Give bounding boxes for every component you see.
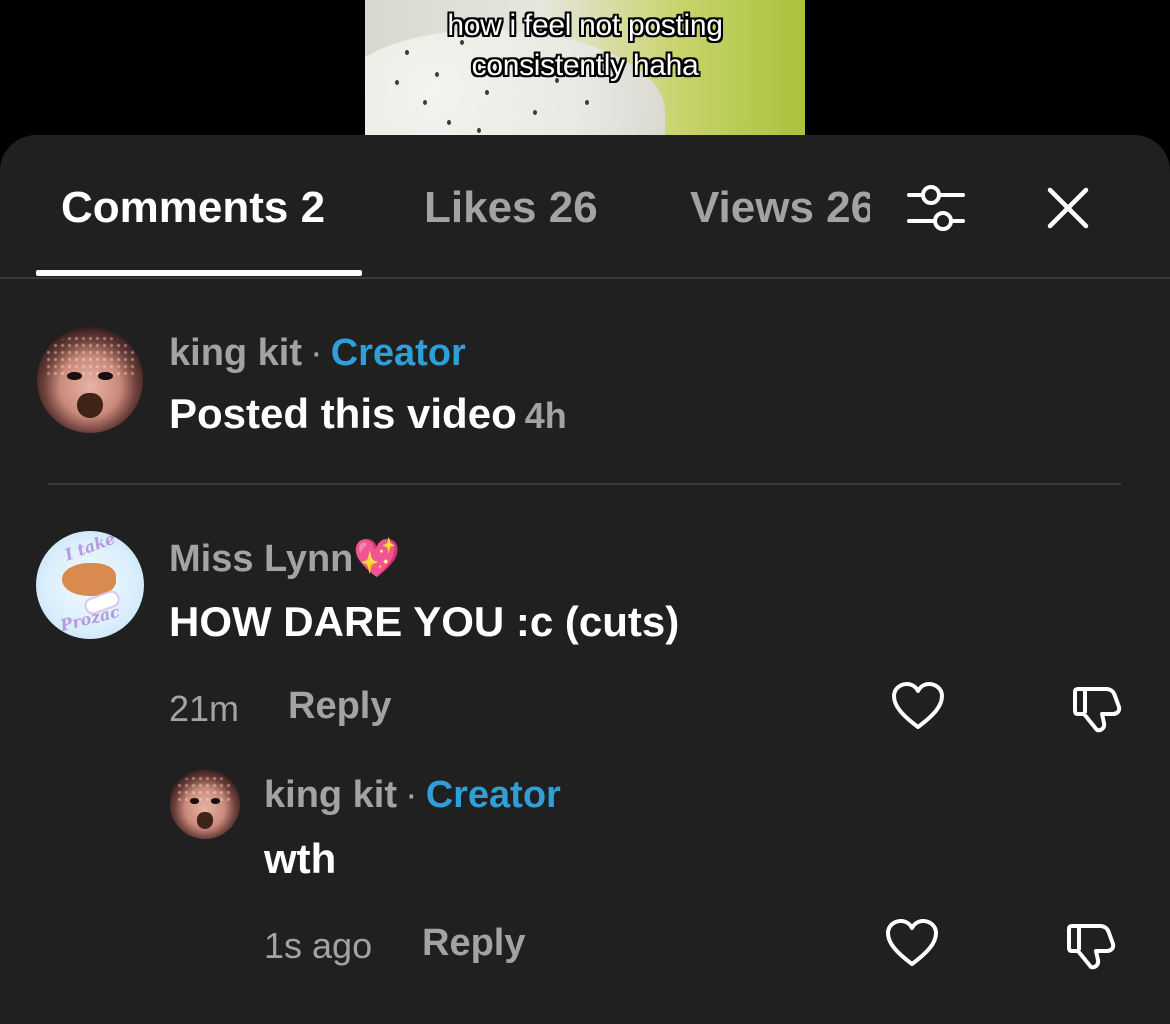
- comment-text: HOW DARE YOU :c (cuts): [169, 598, 680, 645]
- thumbs-down-icon[interactable]: [1070, 683, 1124, 735]
- reply-text: wth: [264, 835, 337, 882]
- post-time: 4h: [524, 395, 567, 436]
- tab-comments[interactable]: Comments 2: [61, 183, 325, 233]
- video-preview[interactable]: how i feel not posting consistently haha: [365, 0, 805, 140]
- reply-button[interactable]: Reply: [422, 922, 525, 965]
- close-icon[interactable]: [1043, 183, 1093, 233]
- thumbs-down-icon[interactable]: [1064, 920, 1118, 972]
- reply-time: 1s ago: [264, 925, 373, 966]
- avatar-sparkle: [175, 774, 235, 803]
- avatar-nose: [196, 812, 214, 830]
- separator-dot: ·: [310, 332, 323, 374]
- comments-sheet: Comments 2 Likes 26 Views 26 king kit · …: [0, 135, 1170, 1024]
- video-caption-line-1: how i feel not posting: [447, 9, 723, 42]
- avatar-eye-left: [66, 371, 82, 380]
- avatar-eye-right: [98, 371, 114, 380]
- creator-post-header: king kit · Creator: [169, 332, 466, 375]
- app-root: how i feel not posting consistently haha…: [0, 0, 1170, 1024]
- tab-likes[interactable]: Likes 26: [424, 183, 598, 233]
- avatar[interactable]: [37, 327, 143, 433]
- heart-icon[interactable]: [890, 680, 946, 732]
- avatar[interactable]: [170, 769, 240, 839]
- avatar-eye-left: [189, 798, 200, 804]
- video-caption-line-2: consistently haha: [471, 49, 699, 82]
- username[interactable]: king kit: [264, 774, 397, 816]
- reply-button[interactable]: Reply: [288, 685, 391, 728]
- avatar-eye-right: [210, 798, 221, 804]
- heart-icon[interactable]: [884, 917, 940, 969]
- avatar-nose: [77, 392, 103, 419]
- comment-username[interactable]: Miss Lynn💖: [169, 537, 401, 581]
- reply-header: king kit · Creator: [264, 774, 561, 817]
- section-divider: [48, 483, 1121, 485]
- creator-post-text: Posted this video 4h: [169, 390, 567, 438]
- tab-bar: Comments 2 Likes 26 Views 26: [0, 135, 1170, 279]
- creator-badge: Creator: [330, 332, 466, 374]
- video-caption: how i feel not posting consistently haha: [365, 6, 805, 86]
- tab-views[interactable]: Views 26: [690, 183, 870, 233]
- active-tab-indicator: [36, 270, 362, 276]
- avatar[interactable]: I take Prozac: [36, 531, 144, 639]
- username[interactable]: king kit: [169, 332, 302, 374]
- post-text: Posted this video: [169, 390, 517, 437]
- tab-bar-divider: [0, 277, 1170, 279]
- sliders-icon[interactable]: [905, 181, 967, 237]
- comment-time: 21m: [169, 688, 240, 729]
- avatar-sparkle: [45, 335, 135, 378]
- creator-badge: Creator: [425, 774, 561, 816]
- separator-dot: ·: [405, 774, 418, 816]
